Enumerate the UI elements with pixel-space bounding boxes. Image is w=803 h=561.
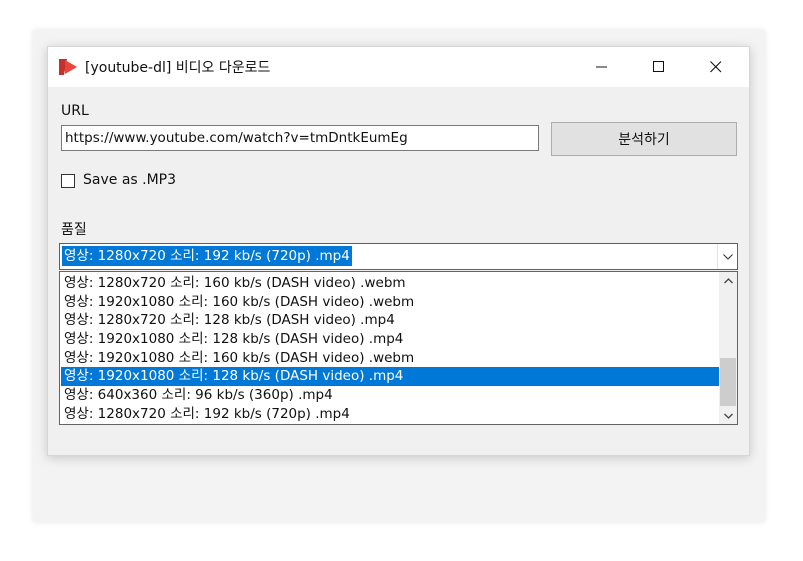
maximize-icon [653, 61, 664, 72]
chevron-down-icon [723, 413, 733, 419]
dropdown-option[interactable]: 영상: 1280x720 소리: 160 kb/s (DASH video) .… [61, 274, 719, 293]
scroll-down-button[interactable] [719, 407, 737, 424]
dropdown-option[interactable]: 영상: 640x360 소리: 96 kb/s (360p) .mp4 [61, 386, 719, 405]
chevron-up-icon [723, 277, 733, 283]
window-title: [youtube-dl] 비디오 다운로드 [85, 60, 271, 76]
dropdown-toggle[interactable] [717, 244, 737, 269]
analyze-button[interactable]: 분석하기 [551, 122, 737, 156]
quality-dropdown-list: 영상: 1280x720 소리: 160 kb/s (DASH video) .… [59, 271, 738, 425]
app-play-icon [57, 58, 79, 76]
dropdown-option[interactable]: 영상: 1280x720 소리: 128 kb/s (DASH video) .… [61, 311, 719, 330]
close-button[interactable] [693, 47, 739, 87]
chevron-down-icon [722, 253, 733, 260]
dropdown-scrollbar[interactable] [719, 272, 737, 424]
dropdown-option[interactable]: 영상: 1920x1080 소리: 128 kb/s (DASH video) … [61, 367, 719, 387]
title-bar: [youtube-dl] 비디오 다운로드 [48, 47, 749, 87]
maximize-button[interactable] [636, 47, 682, 87]
dropdown-option[interactable]: 영상: 1920x1080 소리: 160 kb/s (DASH video) … [61, 349, 719, 368]
quality-selected-value: 영상: 1280x720 소리: 192 kb/s (720p) .mp4 [62, 246, 352, 266]
url-input[interactable]: https://www.youtube.com/watch?v=tmDntkEu… [61, 125, 539, 151]
scroll-thumb[interactable] [720, 358, 736, 406]
scroll-up-button[interactable] [719, 272, 737, 289]
dropdown-option[interactable]: 영상: 1920x1080 소리: 160 kb/s (DASH video) … [61, 293, 719, 312]
minimize-icon [596, 66, 607, 68]
quality-label: 품질 [61, 222, 87, 238]
mp3-label[interactable]: Save as .MP3 [83, 172, 176, 188]
url-label: URL [61, 103, 89, 119]
close-icon [710, 61, 722, 73]
mp3-checkbox[interactable] [61, 174, 75, 188]
dropdown-option[interactable]: 영상: 1920x1080 소리: 128 kb/s (DASH video) … [61, 330, 719, 349]
download-window: [youtube-dl] 비디오 다운로드 URL https://www.yo… [47, 46, 750, 456]
quality-select[interactable]: 영상: 1280x720 소리: 192 kb/s (720p) .mp4 [59, 243, 738, 270]
minimize-button[interactable] [579, 47, 625, 87]
dropdown-items: 영상: 1280x720 소리: 160 kb/s (DASH video) .… [61, 274, 719, 424]
dropdown-option[interactable]: 영상: 1280x720 소리: 192 kb/s (720p) .mp4 [61, 405, 719, 424]
